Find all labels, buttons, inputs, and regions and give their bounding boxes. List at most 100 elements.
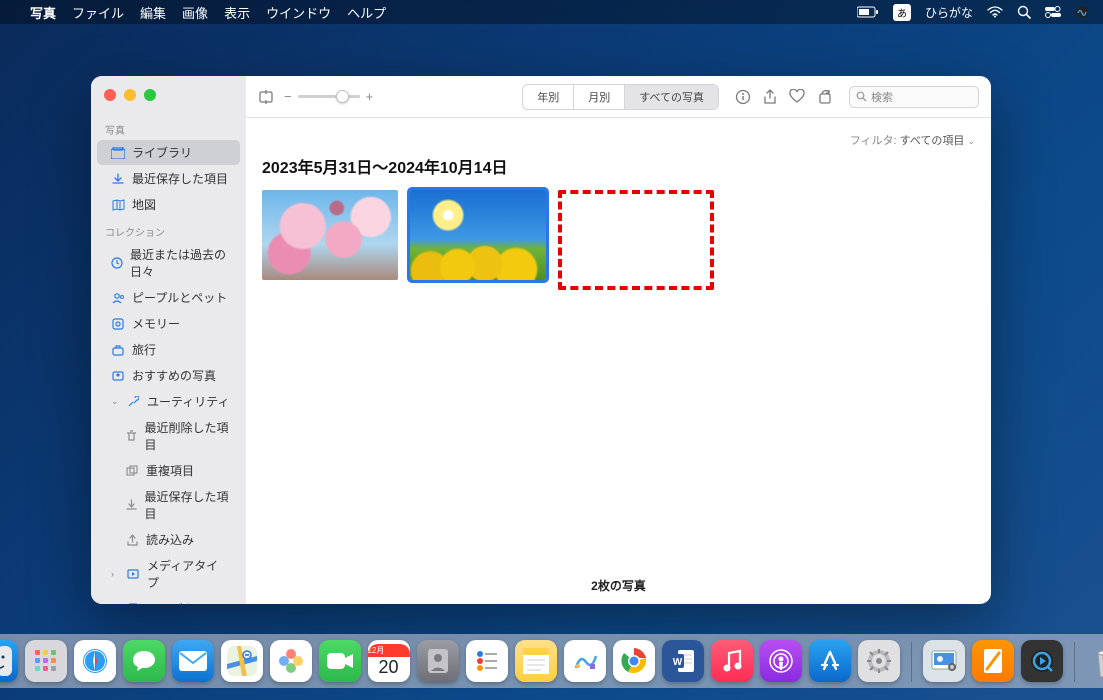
sidebar-item-label: 旅行 — [132, 341, 156, 358]
menubar-image[interactable]: 画像 — [182, 3, 208, 22]
menubar-view[interactable]: 表示 — [224, 3, 250, 22]
dock-chrome[interactable] — [613, 640, 655, 682]
dock-facetime[interactable] — [319, 640, 361, 682]
zoom-in-icon[interactable]: + — [366, 89, 374, 104]
dock-reminders[interactable] — [466, 640, 508, 682]
siri-icon[interactable] — [1075, 5, 1089, 19]
sidebar-item-duplicates[interactable]: 重複項目 — [97, 458, 240, 483]
wifi-icon[interactable] — [987, 6, 1003, 18]
sidebar-item-map[interactable]: 地図 — [97, 192, 240, 217]
chevron-down-icon: ⌄ — [111, 396, 119, 407]
clock-icon — [111, 256, 123, 270]
sidebar-item-recently-deleted[interactable]: 最近削除した項目 — [97, 415, 240, 457]
view-segmented-control: 年別 月別 すべての写真 — [522, 84, 719, 110]
chevron-right-icon: › — [111, 569, 119, 579]
dock-launchpad[interactable] — [25, 640, 67, 682]
share-icon[interactable] — [763, 89, 777, 105]
dock-preview[interactable] — [923, 640, 965, 682]
dock-quicktime[interactable] — [1021, 640, 1063, 682]
input-mode[interactable]: ひらがな — [925, 4, 973, 21]
search-input[interactable]: 検索 — [849, 86, 979, 108]
sidebar-item-trips[interactable]: 旅行 — [97, 337, 240, 362]
sidebar-item-label: 最近削除した項目 — [144, 419, 230, 453]
photo-thumbnail-selected[interactable] — [410, 190, 546, 280]
chevron-right-icon: › — [111, 604, 119, 605]
dock-settings[interactable] — [858, 640, 900, 682]
control-center-icon[interactable] — [1045, 6, 1061, 18]
dock-contacts[interactable] — [417, 640, 459, 682]
dock-mail[interactable] — [172, 640, 214, 682]
sidebar-item-recent-saved-2[interactable]: 最近保存した項目 — [97, 484, 240, 526]
dock-trash[interactable] — [1086, 640, 1103, 682]
menubar-window[interactable]: ウインドウ — [266, 3, 331, 22]
input-source[interactable]: あ — [893, 4, 911, 21]
date-range-title: 2023年5月31日〜2024年10月14日 — [262, 154, 975, 178]
photo-thumbnail[interactable] — [262, 190, 398, 280]
chevron-down-icon: ⌄ — [967, 136, 975, 146]
tools-icon — [126, 395, 140, 409]
library-icon — [111, 146, 125, 160]
dock-pages[interactable] — [972, 640, 1014, 682]
sidebar-item-memories[interactable]: メモリー — [97, 311, 240, 336]
dock-notes[interactable] — [515, 640, 557, 682]
sidebar-item-featured[interactable]: おすすめの写真 — [97, 363, 240, 388]
menubar-app[interactable]: 写真 — [30, 3, 56, 22]
filter-dropdown[interactable]: フィルタ: すべての項目 ⌄ — [262, 132, 975, 148]
dock-podcasts[interactable] — [760, 640, 802, 682]
dock-maps[interactable] — [221, 640, 263, 682]
dock-separator — [1074, 642, 1075, 682]
sidebar-item-label: ピープルとペット — [132, 289, 227, 306]
menubar-help[interactable]: ヘルプ — [347, 3, 386, 22]
dock-safari[interactable] — [74, 640, 116, 682]
photos-window: 写真 ライブラリ 最近保存した項目 地図 コレクション 最近または過去の日々 ピ… — [91, 76, 991, 604]
seg-all-photos[interactable]: すべての写真 — [625, 85, 718, 109]
zoom-out-icon[interactable]: − — [284, 89, 292, 104]
sidebar-item-media-type[interactable]: › メディアタイプ — [97, 553, 240, 595]
sidebar-section-photos: 写真 — [91, 116, 246, 139]
sidebar-item-label: 読み込み — [146, 531, 194, 548]
download-icon — [125, 498, 137, 512]
dock-messages[interactable] — [123, 640, 165, 682]
trash-icon — [125, 429, 137, 443]
people-icon — [111, 291, 125, 305]
close-button[interactable] — [104, 89, 116, 101]
dock-appstore[interactable] — [809, 640, 851, 682]
seg-year[interactable]: 年別 — [523, 85, 574, 109]
aspect-icon[interactable] — [258, 90, 274, 104]
toolbar: − + 年別 月別 すべての写真 — [246, 76, 991, 118]
media-icon — [126, 567, 140, 581]
sidebar-item-utility[interactable]: ⌄ ユーティリティ — [97, 389, 240, 414]
sidebar-item-album[interactable]: › アルバム — [97, 596, 240, 604]
album-icon — [126, 602, 140, 605]
dock-word[interactable]: W — [662, 640, 704, 682]
sidebar-item-library[interactable]: ライブラリ — [97, 140, 240, 165]
dock-music[interactable] — [711, 640, 753, 682]
menubar-edit[interactable]: 編集 — [140, 3, 166, 22]
sidebar-item-import[interactable]: 読み込み — [97, 527, 240, 552]
sidebar-item-label: 最近保存した項目 — [144, 488, 230, 522]
zoom-slider[interactable]: − + — [284, 89, 373, 104]
info-icon[interactable] — [735, 89, 751, 105]
rotate-icon[interactable] — [817, 89, 833, 105]
zoom-button[interactable] — [144, 89, 156, 101]
dock-calendar[interactable]: 12月 20 — [368, 640, 410, 682]
favorite-icon[interactable] — [789, 89, 805, 105]
dock-freeform[interactable] — [564, 640, 606, 682]
cal-day: 20 — [378, 657, 398, 678]
dock-photos[interactable] — [270, 640, 312, 682]
drop-target-annotation — [558, 190, 714, 290]
sidebar-item-people[interactable]: ピープルとペット — [97, 285, 240, 310]
seg-month[interactable]: 月別 — [574, 85, 625, 109]
menubar-file[interactable]: ファイル — [72, 3, 124, 22]
spotlight-icon[interactable] — [1017, 5, 1031, 19]
battery-icon[interactable] — [857, 6, 879, 18]
sidebar-item-label: 最近保存した項目 — [132, 170, 228, 187]
filter-value: すべての項目 — [900, 135, 965, 147]
thumbnail-grid — [262, 190, 975, 290]
sidebar-item-days[interactable]: 最近または過去の日々 — [97, 242, 240, 284]
dock-finder[interactable] — [0, 640, 18, 682]
sidebar-item-label: ライブラリ — [132, 144, 192, 161]
minimize-button[interactable] — [124, 89, 136, 101]
dock: 12月 20 W — [0, 634, 1103, 688]
sidebar-item-recent-saved[interactable]: 最近保存した項目 — [97, 166, 240, 191]
